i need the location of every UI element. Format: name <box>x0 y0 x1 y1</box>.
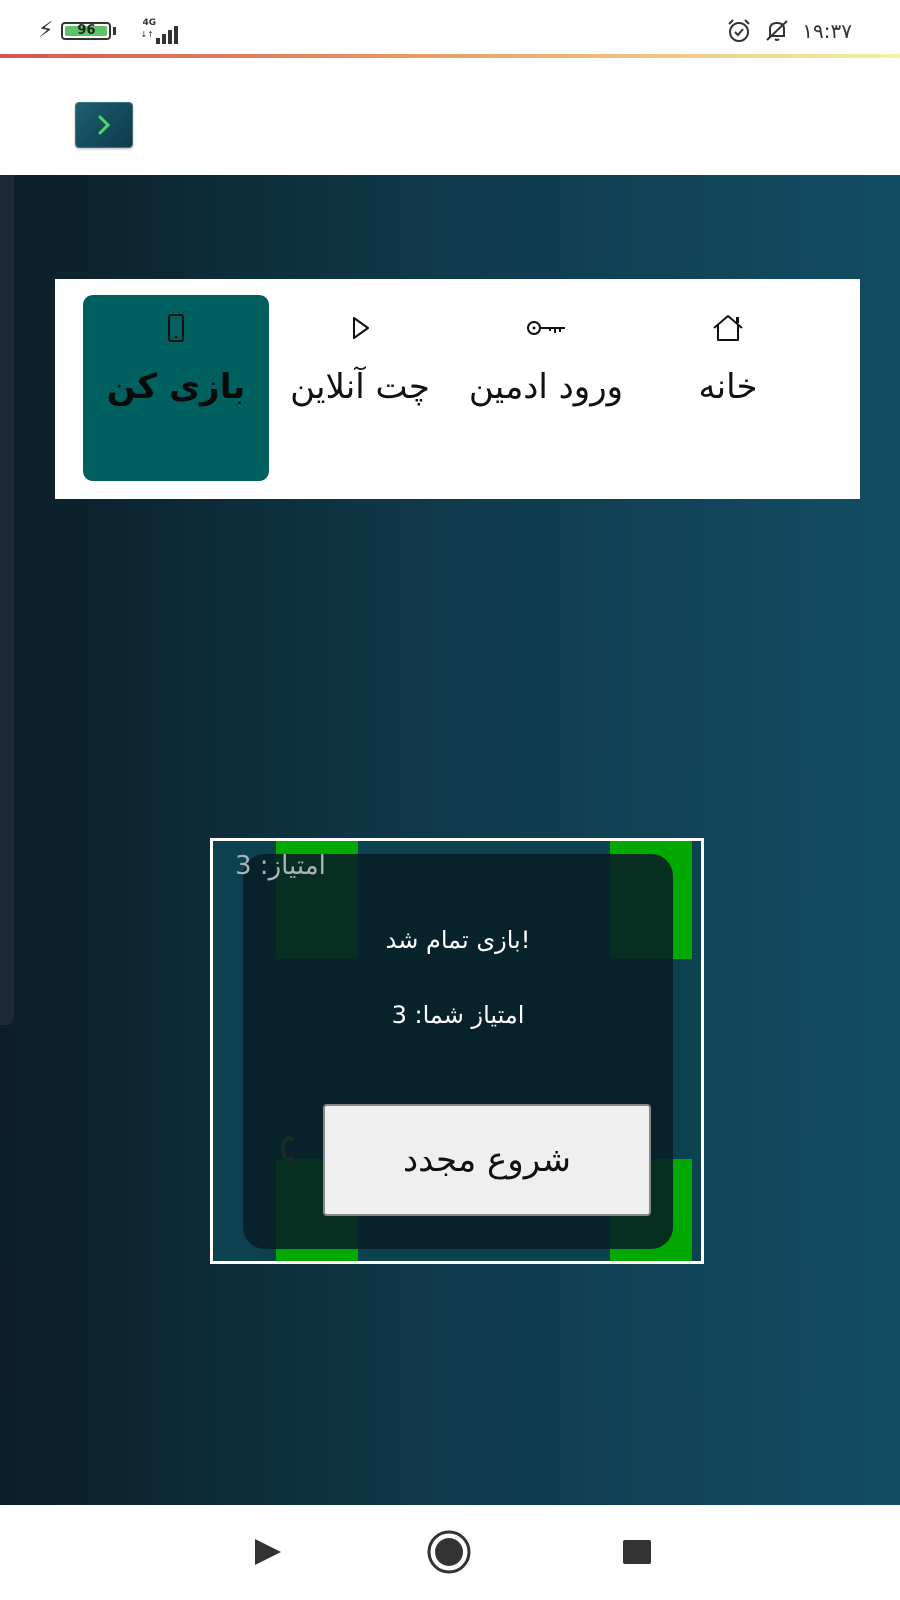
play-icon <box>353 317 369 339</box>
scrollbar[interactable] <box>0 175 14 1025</box>
nav-item-home[interactable]: خانه <box>635 295 821 481</box>
restart-button[interactable]: شروع مجدد <box>323 1104 651 1216</box>
nav-item-chat[interactable]: چت آنلاین <box>267 295 453 481</box>
home-circle-icon[interactable] <box>425 1528 473 1576</box>
back-icon[interactable] <box>247 1532 287 1572</box>
game-board[interactable]: !بازی تمام شد امتیاز شما: 3 شروع مجدد ام… <box>210 838 704 1264</box>
nav-item-admin-login[interactable]: ورود ادمین <box>453 295 639 481</box>
battery-nub <box>113 27 117 35</box>
recents-icon[interactable] <box>617 1532 657 1572</box>
status-left: ⚡ 96 4G ↓↑ <box>38 18 188 44</box>
nav-menu: بازی کن چت آنلاین ورود ادمین خانه <box>55 279 860 499</box>
nav-item-label: ورود ادمین <box>468 367 624 407</box>
menu-toggle-button[interactable] <box>75 102 133 148</box>
battery-level: 96 <box>77 23 96 38</box>
nav-item-play[interactable]: بازی کن <box>83 295 269 481</box>
main-content: بازی کن چت آنلاین ورود ادمین خانه !بازی … <box>0 175 900 1505</box>
system-nav-bar <box>0 1505 900 1600</box>
chevron-right-icon <box>98 115 111 135</box>
key-icon <box>527 321 565 335</box>
alarm-icon <box>728 19 750 42</box>
nav-item-label: خانه <box>698 367 758 407</box>
network-type: 4G <box>142 18 157 28</box>
status-bar: ⚡ 96 4G ↓↑ ۱۹:۳۷ <box>0 0 900 56</box>
phone-icon <box>168 314 184 342</box>
charging-icon: ⚡ <box>38 18 54 43</box>
nav-item-label: بازی کن <box>106 367 246 407</box>
game-over-title: !بازی تمام شد <box>385 926 531 954</box>
battery-icon: 96 <box>61 22 112 40</box>
notifications-off-icon <box>766 20 788 41</box>
clock: ۱۹:۳۷ <box>802 19 852 43</box>
status-right: ۱۹:۳۷ <box>726 18 852 44</box>
signal-icon: 4G ↓↑ <box>140 18 188 44</box>
app-header <box>0 58 900 175</box>
final-score: امتیاز شما: 3 <box>391 1001 525 1029</box>
network-arrows: ↓↑ <box>140 30 154 39</box>
signal-bars <box>156 26 179 44</box>
game-over-dialog: !بازی تمام شد امتیاز شما: 3 شروع مجدد <box>243 854 673 1249</box>
nav-item-label: چت آنلاین <box>290 367 430 407</box>
score-display: امتیاز: 3 <box>235 851 326 881</box>
home-icon <box>713 315 743 341</box>
